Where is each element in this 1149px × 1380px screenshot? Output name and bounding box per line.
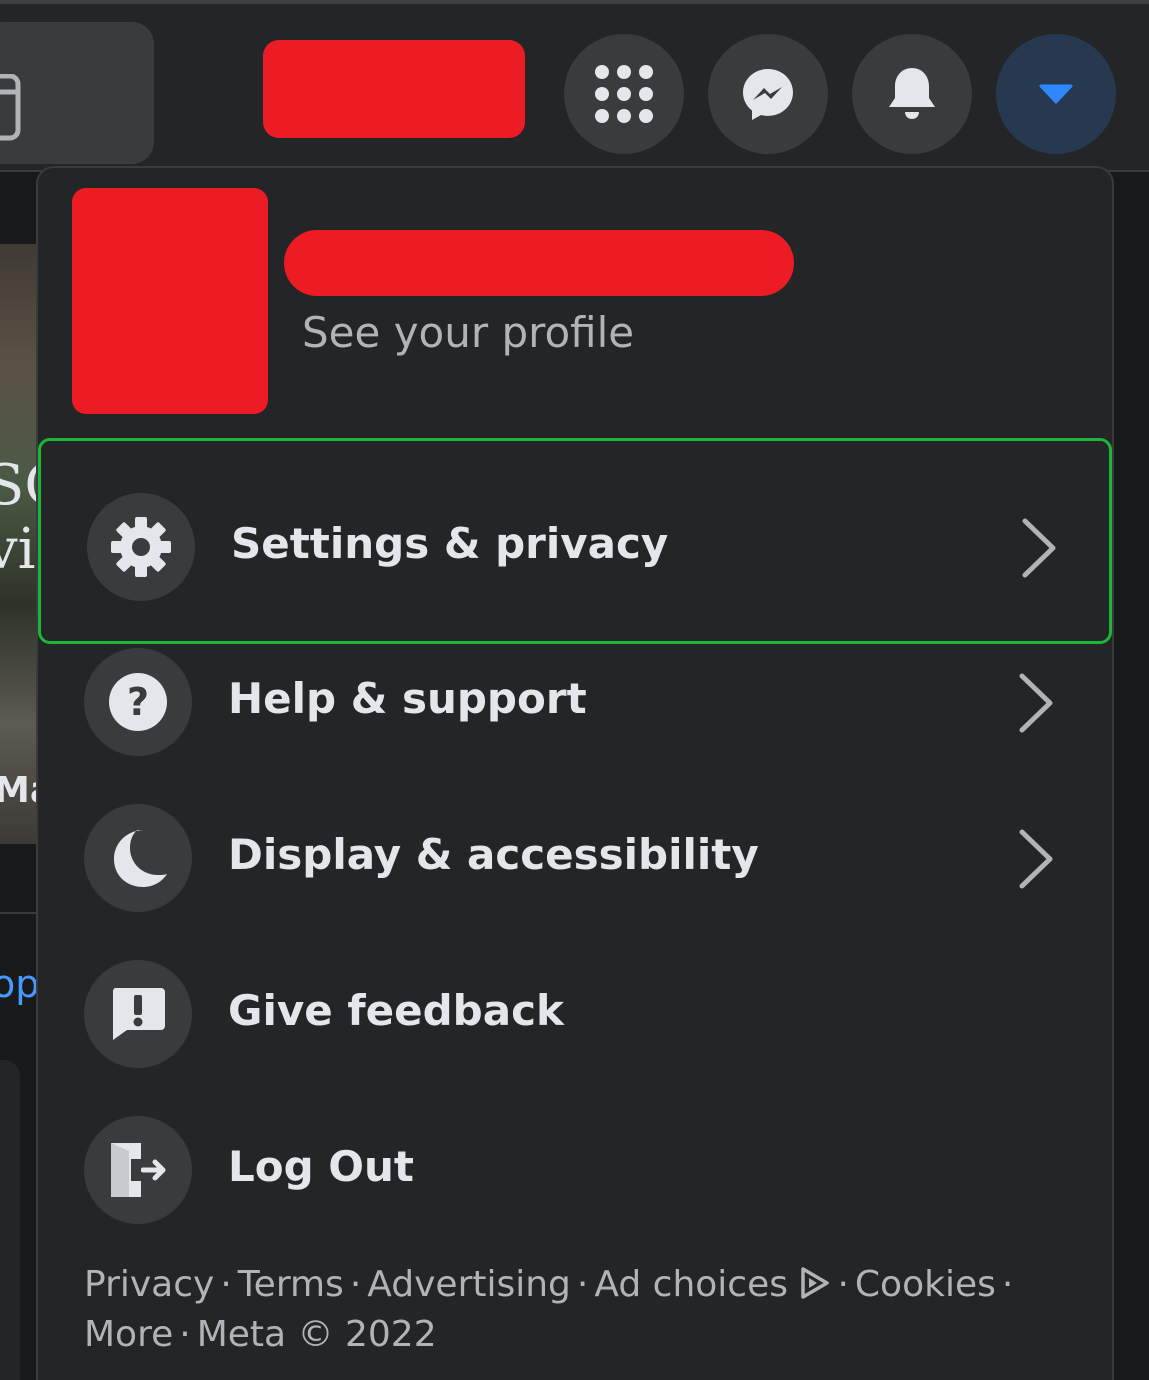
footer-link-advertising[interactable]: Advertising xyxy=(367,1264,571,1305)
chevron-right-icon xyxy=(1019,829,1053,889)
menu-item-log-out[interactable]: Log Out xyxy=(38,1114,1112,1270)
caret-down-icon xyxy=(1039,84,1073,104)
account-button[interactable] xyxy=(996,34,1116,154)
see-profile-link[interactable]: See your profile xyxy=(302,308,634,357)
logout-icon-circle xyxy=(84,1116,192,1224)
menu-item-label: Settings & privacy xyxy=(231,519,669,568)
svg-text:?: ? xyxy=(127,680,149,724)
settings-icon-circle xyxy=(87,493,195,601)
gear-icon xyxy=(111,517,171,577)
menu-item-label: Display & accessibility xyxy=(228,830,759,879)
account-menu: See your profile Settings & privacy ? He… xyxy=(36,166,1114,1380)
feedback-icon-circle xyxy=(84,960,192,1068)
footer-separator: · xyxy=(220,1264,232,1305)
menu-item-settings-privacy[interactable]: Settings & privacy xyxy=(38,438,1112,644)
display-icon-circle xyxy=(84,804,192,912)
footer-link-terms[interactable]: Terms xyxy=(238,1264,344,1305)
feed-divider xyxy=(0,912,36,914)
feed-caption: Ma xyxy=(0,770,36,811)
watch-icon xyxy=(0,74,21,141)
top-navigation-bar xyxy=(0,0,1149,172)
grid-icon xyxy=(595,65,653,123)
watch-tab[interactable] xyxy=(0,22,154,164)
footer-link-ad-choices[interactable]: Ad choices xyxy=(594,1264,788,1305)
footer-separator: · xyxy=(349,1264,362,1305)
feed-photo-text: SC vi xyxy=(0,453,36,582)
right-background xyxy=(1112,172,1149,1380)
ad-choices-icon[interactable] xyxy=(799,1266,831,1300)
footer-link-more[interactable]: More xyxy=(84,1314,173,1355)
notifications-button[interactable] xyxy=(852,34,972,154)
messenger-icon xyxy=(743,69,793,120)
moon-icon xyxy=(114,830,167,887)
feedback-icon xyxy=(112,988,165,1040)
feed-background: SC vi Ma op xyxy=(0,172,36,1380)
messenger-button[interactable] xyxy=(708,34,828,154)
footer-links: Privacy · Terms · Advertising · Ad choices · Co… xyxy=(84,1260,1074,1360)
help-icon-circle: ? xyxy=(84,648,192,756)
menu-item-label: Log Out xyxy=(228,1142,414,1191)
menu-button[interactable] xyxy=(564,34,684,154)
menu-item-help-support[interactable]: ? Help & support xyxy=(38,646,1112,802)
chevron-right-icon xyxy=(1022,518,1056,578)
redacted-profile-picture[interactable] xyxy=(72,188,268,414)
chevron-right-icon xyxy=(1019,673,1053,733)
footer-link-cookies[interactable]: Cookies xyxy=(855,1264,996,1305)
menu-item-give-feedback[interactable]: Give feedback xyxy=(38,958,1112,1114)
footer-copyright: Meta © 2022 xyxy=(196,1314,437,1355)
redacted-profile-name[interactable] xyxy=(284,230,794,296)
footer-separator: · xyxy=(1001,1264,1014,1305)
menu-item-label: Help & support xyxy=(228,674,587,723)
redacted-create-button[interactable] xyxy=(263,40,525,138)
footer-separator: · xyxy=(179,1314,191,1355)
footer-separator: · xyxy=(837,1264,849,1305)
feed-link[interactable]: op xyxy=(0,962,36,1006)
footer-separator: · xyxy=(576,1264,589,1305)
menu-item-label: Give feedback xyxy=(228,986,564,1035)
menu-item-display-accessibility[interactable]: Display & accessibility xyxy=(38,802,1112,958)
question-icon: ? xyxy=(109,673,167,731)
logout-icon xyxy=(111,1143,166,1197)
bell-icon xyxy=(889,68,935,119)
feed-card xyxy=(0,1060,20,1380)
feed-photo: SC vi xyxy=(0,244,36,844)
facebook-window: SC vi Ma op See your profile xyxy=(0,0,1149,1380)
footer-link-privacy[interactable]: Privacy xyxy=(84,1264,214,1305)
